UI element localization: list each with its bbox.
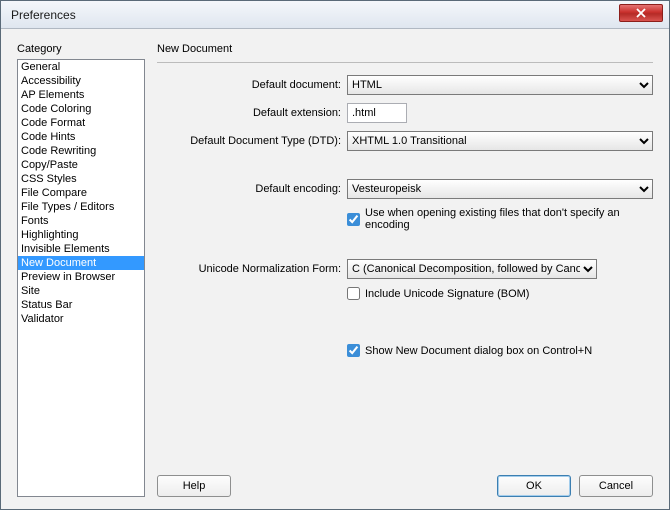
preferences-dialog: Preferences Category GeneralAccessibilit… — [0, 0, 670, 510]
category-item[interactable]: Copy/Paste — [18, 158, 144, 172]
bom-label: Include Unicode Signature (BOM) — [365, 288, 529, 300]
category-item[interactable]: General — [18, 60, 144, 74]
dtd-select[interactable]: XHTML 1.0 Transitional — [347, 131, 653, 151]
dtd-label: Default Document Type (DTD): — [157, 135, 347, 147]
category-item[interactable]: Code Coloring — [18, 102, 144, 116]
use-when-opening-checkbox[interactable]: Use when opening existing files that don… — [347, 207, 653, 231]
unf-select[interactable]: C (Canonical Decomposition, followed by … — [347, 259, 597, 279]
ok-button[interactable]: OK — [497, 475, 571, 497]
cancel-button[interactable]: Cancel — [579, 475, 653, 497]
category-item[interactable]: CSS Styles — [18, 172, 144, 186]
category-item[interactable]: File Types / Editors — [18, 200, 144, 214]
default-extension-label: Default extension: — [157, 107, 347, 119]
category-item[interactable]: AP Elements — [18, 88, 144, 102]
help-button[interactable]: Help — [157, 475, 231, 497]
category-column: Category GeneralAccessibilityAP Elements… — [17, 43, 145, 497]
category-item[interactable]: Validator — [18, 312, 144, 326]
default-document-select[interactable]: HTML — [347, 75, 653, 95]
divider — [157, 62, 653, 63]
default-document-label: Default document: — [157, 79, 347, 91]
use-when-opening-label: Use when opening existing files that don… — [365, 207, 653, 231]
form-area: Default document: HTML Default extension… — [157, 75, 653, 469]
category-item[interactable]: Fonts — [18, 214, 144, 228]
content-area: Category GeneralAccessibilityAP Elements… — [1, 29, 669, 509]
show-dialog-checkbox[interactable]: Show New Document dialog box on Control+… — [347, 344, 653, 357]
button-row: Help OK Cancel — [157, 469, 653, 497]
window-title: Preferences — [11, 8, 76, 22]
show-dialog-input[interactable] — [347, 344, 360, 357]
category-item[interactable]: Preview in Browser — [18, 270, 144, 284]
category-item[interactable]: Accessibility — [18, 74, 144, 88]
category-item[interactable]: Invisible Elements — [18, 242, 144, 256]
bom-input[interactable] — [347, 287, 360, 300]
show-dialog-label: Show New Document dialog box on Control+… — [365, 345, 592, 357]
category-item[interactable]: Code Rewriting — [18, 144, 144, 158]
category-item[interactable]: New Document — [18, 256, 144, 270]
unf-label: Unicode Normalization Form: — [157, 263, 347, 275]
encoding-label: Default encoding: — [157, 183, 347, 195]
titlebar: Preferences — [1, 1, 669, 29]
category-item[interactable]: Status Bar — [18, 298, 144, 312]
default-extension-input[interactable] — [347, 103, 407, 123]
panel-heading: New Document — [157, 43, 653, 55]
panel-column: New Document Default document: HTML Defa… — [157, 43, 653, 497]
use-when-opening-input[interactable] — [347, 213, 360, 226]
category-item[interactable]: Code Format — [18, 116, 144, 130]
category-item[interactable]: Highlighting — [18, 228, 144, 242]
category-item[interactable]: Code Hints — [18, 130, 144, 144]
category-label: Category — [17, 43, 145, 55]
close-button[interactable] — [619, 4, 663, 22]
close-icon — [636, 8, 646, 18]
encoding-select[interactable]: Vesteuropeisk — [347, 179, 653, 199]
category-item[interactable]: Site — [18, 284, 144, 298]
category-item[interactable]: File Compare — [18, 186, 144, 200]
category-listbox[interactable]: GeneralAccessibilityAP ElementsCode Colo… — [17, 59, 145, 497]
bom-checkbox[interactable]: Include Unicode Signature (BOM) — [347, 287, 653, 300]
